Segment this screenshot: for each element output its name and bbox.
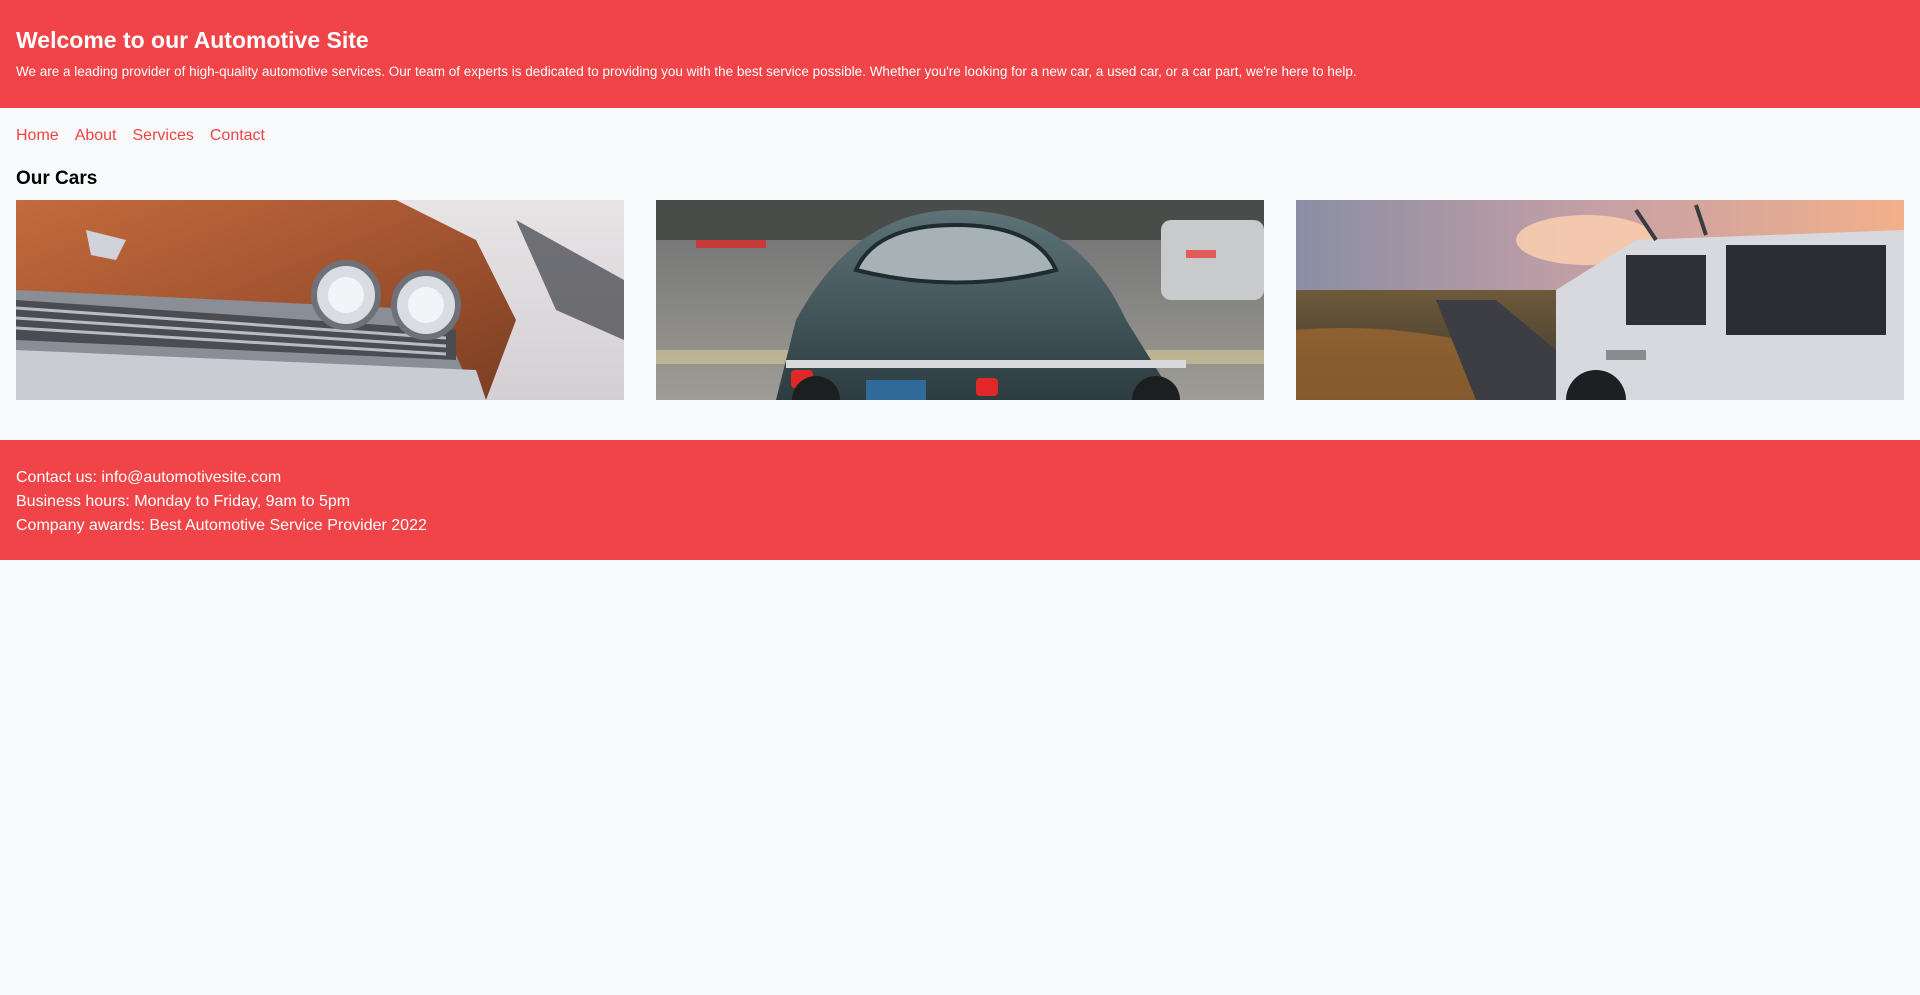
site-footer: Contact us: info@automotivesite.com Busi… (0, 440, 1920, 560)
car-gallery (0, 200, 1920, 400)
page-title: Welcome to our Automotive Site (16, 27, 369, 53)
main-nav: Home About Services Contact (0, 108, 1920, 160)
nav-link-contact[interactable]: Contact (210, 126, 265, 160)
rusty-classic-car-front-image (16, 200, 624, 400)
site-header: Welcome to our Automotive Site We are a … (0, 0, 1920, 108)
nav-link-home[interactable]: Home (16, 126, 59, 160)
business-hours: Business hours: Monday to Friday, 9am to… (16, 493, 351, 510)
contact-info: Contact us: info@automotivesite.com (16, 469, 282, 486)
company-awards: Company awards: Best Automotive Service … (16, 517, 427, 534)
white-offroad-suv-sunset-image (1296, 200, 1904, 400)
section-title: Our Cars (16, 168, 98, 189)
intro-text: We are a leading provider of high-qualit… (16, 64, 1357, 79)
nav-link-about[interactable]: About (75, 126, 117, 160)
green-vintage-sports-car-rear-image (656, 200, 1264, 400)
nav-link-services[interactable]: Services (133, 126, 194, 160)
